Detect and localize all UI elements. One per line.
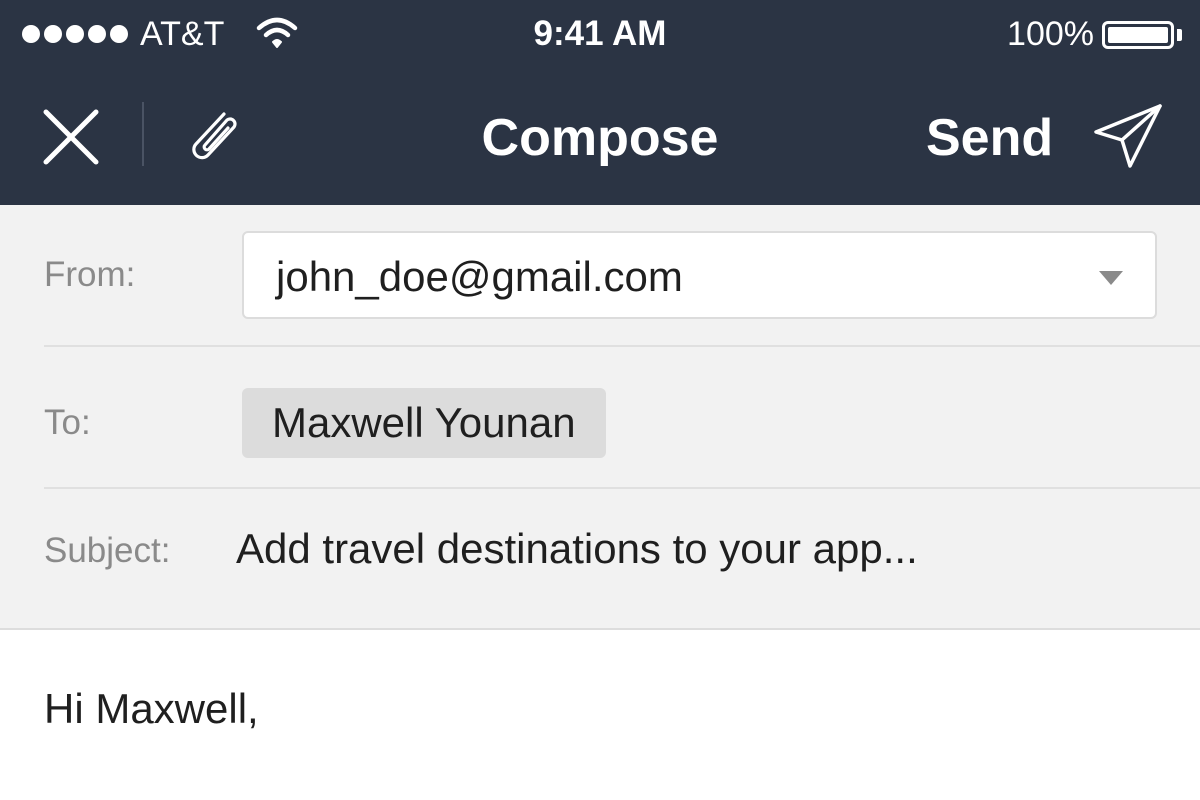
send-button[interactable]: Send	[926, 108, 1053, 168]
chevron-down-icon	[1099, 271, 1123, 285]
from-account-value: john_doe@gmail.com	[276, 253, 683, 300]
body-divider	[0, 628, 1200, 630]
battery-cap	[1177, 29, 1182, 41]
battery-percentage: 100%	[1007, 15, 1094, 53]
status-bar: AT&T 9:41 AM 100%	[0, 0, 1200, 70]
subject-field[interactable]: Add travel destinations to your app...	[236, 523, 918, 575]
from-label: From:	[44, 255, 136, 294]
from-account-select[interactable]: john_doe@gmail.com	[242, 231, 1157, 319]
compose-header-bar: AT&T 9:41 AM 100% Compose Send	[0, 0, 1200, 205]
battery-icon	[1102, 21, 1174, 49]
paper-plane-icon[interactable]	[1092, 100, 1164, 172]
to-label: To:	[44, 403, 91, 442]
field-divider	[44, 345, 1200, 347]
recipient-chip[interactable]: Maxwell Younan	[242, 388, 606, 458]
subject-label: Subject:	[44, 531, 171, 570]
field-divider	[44, 487, 1200, 489]
compose-fields: From: john_doe@gmail.com To: Maxwell You…	[0, 205, 1200, 630]
message-body[interactable]: Hi Maxwell,	[44, 682, 259, 736]
